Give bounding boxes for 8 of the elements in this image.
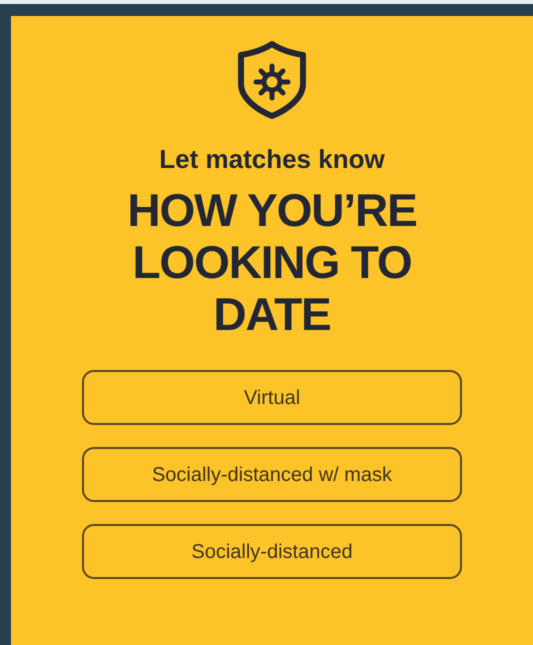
option-button[interactable]: Socially-distanced	[82, 524, 462, 579]
subtitle: Let matches know	[159, 146, 385, 172]
option-button[interactable]: Virtual	[82, 370, 462, 425]
option-button[interactable]: Socially-distanced w/ mask	[82, 447, 462, 502]
headline: DATE	[213, 288, 331, 340]
headline: HOW YOU’RE	[127, 184, 417, 236]
shield-virus-icon	[235, 40, 309, 120]
headline: LOOKING TO	[132, 236, 412, 288]
